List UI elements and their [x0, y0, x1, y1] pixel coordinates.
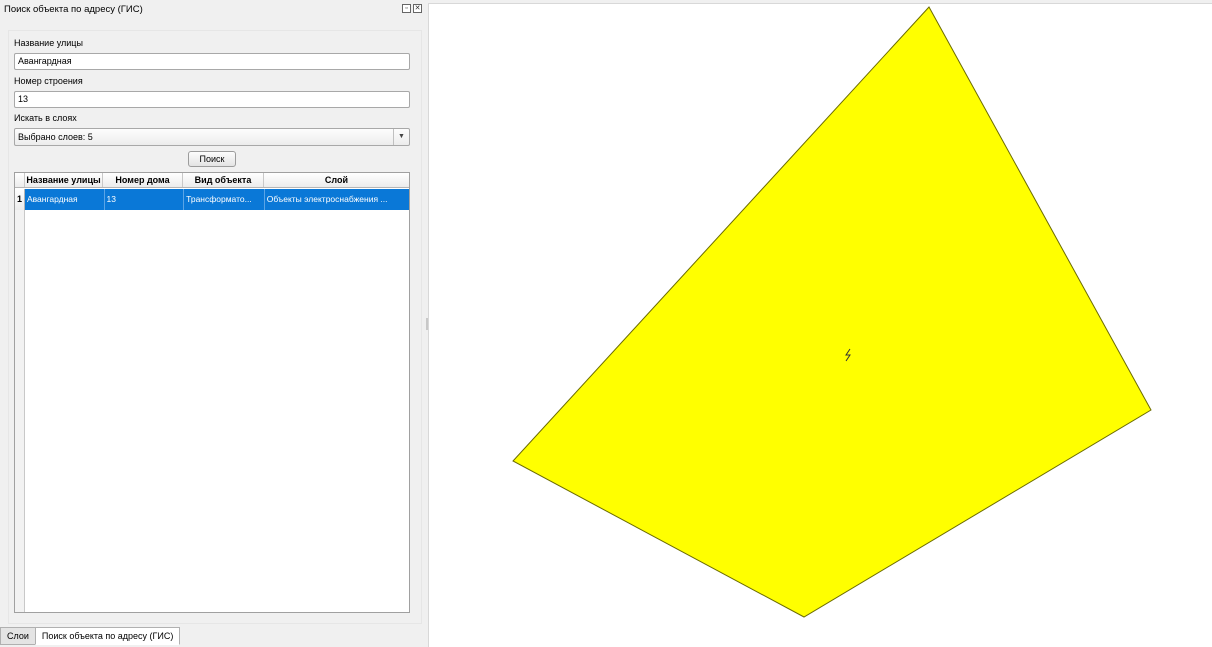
building-polygon[interactable]: [512, 6, 1152, 618]
dock-title: Поиск объекта по адресу (ГИС): [4, 4, 143, 15]
column-header[interactable]: Вид объекта: [183, 173, 264, 187]
search-form: Название улицы Авангардная Номер строени…: [8, 30, 422, 624]
row-header-column: [15, 210, 25, 612]
table-row[interactable]: 1 Авангардная 13 Трансформато... Объекты…: [15, 189, 409, 210]
building-label: Номер строения: [14, 76, 83, 86]
dock-tabs: Слои Поиск объекта по адресу (ГИС): [0, 627, 181, 645]
dock-controls: ▫ ✕: [402, 4, 422, 13]
search-dock-panel: Поиск объекта по адресу (ГИС) ▫ ✕ Назван…: [0, 0, 426, 647]
street-input[interactable]: Авангардная: [14, 53, 410, 70]
map-canvas[interactable]: [428, 3, 1212, 647]
corner-cell[interactable]: [15, 173, 25, 187]
float-icon[interactable]: ▫: [402, 4, 411, 13]
street-label: Название улицы: [14, 38, 83, 48]
table-cell[interactable]: 13: [104, 189, 185, 210]
table-cell[interactable]: Трансформато...: [184, 189, 265, 210]
row-number[interactable]: 1: [15, 189, 25, 210]
close-icon[interactable]: ✕: [413, 4, 422, 13]
layers-combo-value: Выбрано слоев: 5: [18, 132, 93, 142]
column-header[interactable]: Номер дома: [103, 173, 183, 187]
table-cell[interactable]: Объекты электроснабжения ...: [264, 189, 409, 210]
layers-label: Искать в слоях: [14, 113, 77, 123]
tab-address-search[interactable]: Поиск объекта по адресу (ГИС): [34, 627, 181, 645]
tab-layers[interactable]: Слои: [0, 627, 36, 645]
results-table: Название улицы Номер дома Вид объекта Сл…: [14, 172, 410, 613]
chevron-down-icon[interactable]: ▼: [393, 129, 409, 145]
building-input[interactable]: 13: [14, 91, 410, 108]
column-header[interactable]: Слой: [264, 173, 409, 187]
layers-combo[interactable]: Выбрано слоев: 5 ▼: [14, 128, 410, 146]
search-button[interactable]: Поиск: [188, 151, 236, 167]
column-header[interactable]: Название улицы: [25, 173, 103, 187]
map-svg: [512, 6, 1152, 618]
table-header: Название улицы Номер дома Вид объекта Сл…: [15, 173, 409, 188]
table-cell[interactable]: Авангардная: [24, 189, 105, 210]
